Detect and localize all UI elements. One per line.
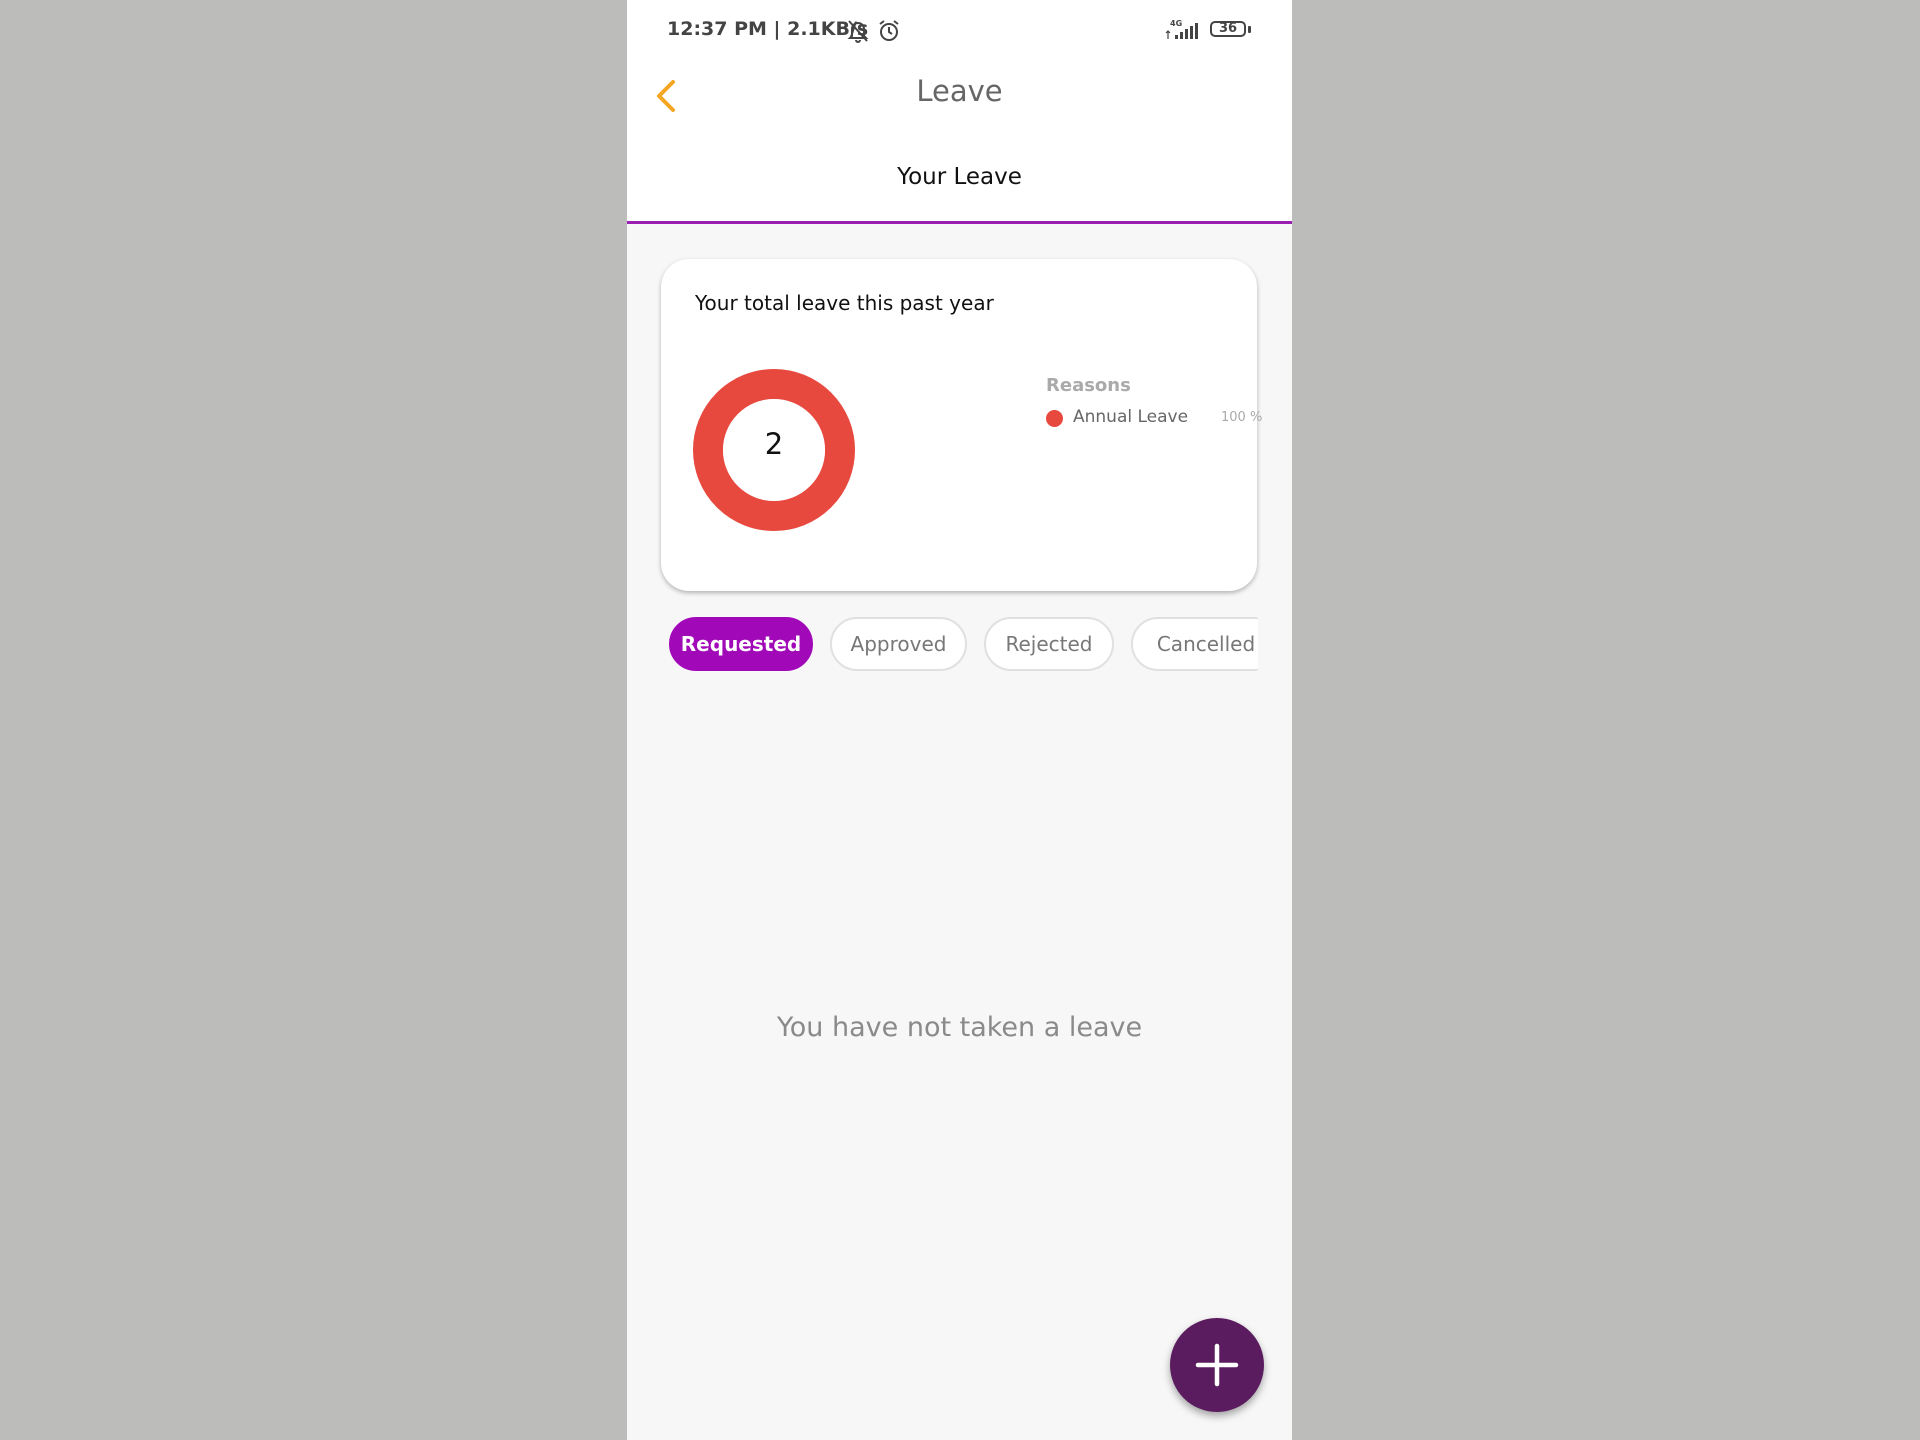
legend-title: Reasons <box>1046 375 1131 396</box>
add-leave-button[interactable] <box>1170 1318 1264 1412</box>
legend-label-annual-leave: Annual Leave <box>1073 407 1189 427</box>
battery-tip <box>1248 26 1251 33</box>
donut-total-label: 2 <box>764 427 784 461</box>
legend-percent-annual-leave: 100 % <box>1221 410 1263 425</box>
card-title: Your total leave this past year <box>695 291 994 315</box>
battery-icon: 36 <box>1210 21 1246 37</box>
page-title: Leave <box>916 74 1003 108</box>
legend-swatch-annual-leave <box>1046 410 1063 427</box>
signal-icon: 4G <box>1165 19 1198 39</box>
bell-off-icon <box>847 20 869 43</box>
chip-scroll-edge <box>1258 600 1292 690</box>
network-type-label: 4G <box>1170 19 1182 28</box>
filter-chip-approved[interactable]: Approved <box>830 617 967 671</box>
phone-screen: 12:37 PM | 2.1KB/s 4G 36 Leave Your Leav… <box>627 0 1292 1440</box>
tab-indicator <box>627 221 1292 224</box>
tab-your-leave[interactable]: Your Leave <box>627 164 1292 190</box>
filter-chip-requested[interactable]: Requested <box>669 617 813 671</box>
alarm-icon <box>879 20 899 41</box>
empty-state-message: You have not taken a leave <box>776 1012 1143 1043</box>
plus-icon <box>1195 1343 1239 1387</box>
filter-chip-rejected[interactable]: Rejected <box>984 617 1114 671</box>
leave-summary-card: Your total leave this past year 2 Reason… <box>661 259 1262 591</box>
status-time: 12:37 PM | 2.1KB/s <box>667 18 869 40</box>
